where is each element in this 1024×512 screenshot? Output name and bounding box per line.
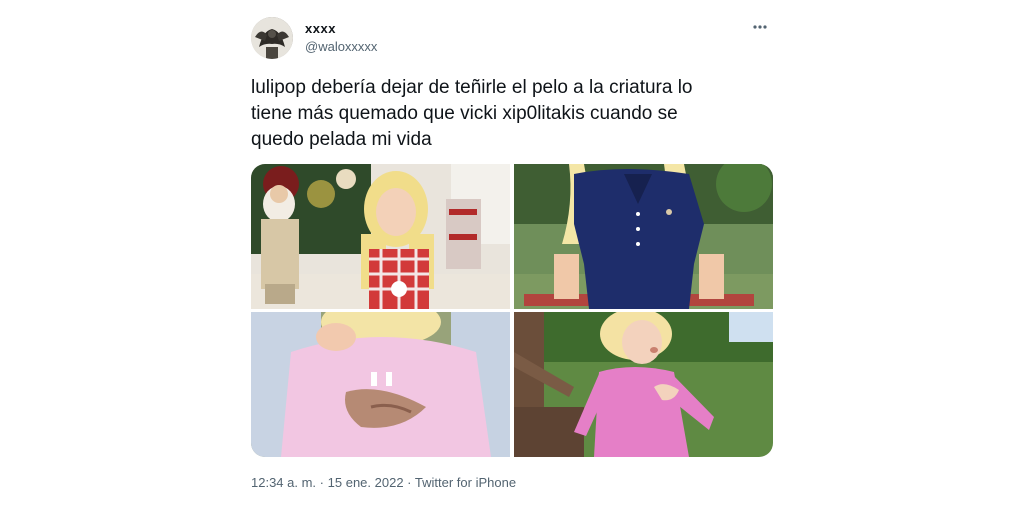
more-options-icon[interactable]	[747, 16, 773, 38]
photo-navy-polo[interactable]	[514, 164, 773, 309]
tweet-text: lulipop debería dejar de teñirle el pelo…	[251, 75, 766, 153]
tweet-card: xxxx @waloxxxxx lulipop debería dejar de…	[249, 14, 775, 504]
media-grid	[251, 164, 773, 457]
meta-separator: ·	[319, 475, 325, 490]
tweet-date[interactable]: 15 ene. 2022	[328, 475, 404, 490]
tweet-text-line: lulipop debería dejar de teñirle el pelo…	[251, 77, 693, 98]
avatar[interactable]	[251, 17, 293, 59]
tweet-time[interactable]: 12:34 a. m.	[251, 475, 316, 490]
tweet-meta: 12:34 a. m. · 15 ene. 2022 · Twitter for…	[251, 475, 516, 490]
avatar-image	[251, 17, 293, 59]
tweet-source[interactable]: Twitter for iPhone	[415, 475, 516, 490]
author-handle[interactable]: @waloxxxxx	[305, 39, 377, 54]
meta-separator: ·	[407, 475, 412, 490]
photo-christmas[interactable]	[251, 164, 510, 309]
tweet-text-line: quedo pelada mi vida	[251, 129, 432, 150]
author-display-name[interactable]: xxxx	[305, 21, 336, 36]
page: xxxx @waloxxxxx lulipop debería dejar de…	[0, 0, 1024, 512]
photo-pink-sweater[interactable]	[251, 312, 510, 457]
photo-pink-dress[interactable]	[514, 312, 773, 457]
tweet-text-line: tiene más quemado que vicki xip0litakis …	[251, 103, 678, 124]
